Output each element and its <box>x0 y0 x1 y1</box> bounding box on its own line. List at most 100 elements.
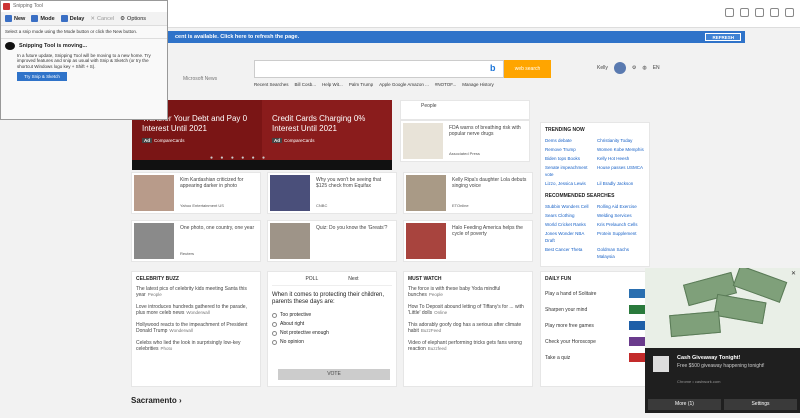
recommended-link[interactable]: Jones Wonder NBA Draft <box>545 230 593 244</box>
mode-button[interactable]: Mode <box>31 15 55 22</box>
options-label: Options <box>127 15 147 22</box>
news-card[interactable]: Kim Kardashian criticized for appearing … <box>131 172 261 214</box>
recommended-link[interactable]: Sears Clothing <box>545 212 593 219</box>
quick-link[interactable]: Recent Searches <box>254 82 289 87</box>
hero-source-name: CompareCards <box>284 138 315 143</box>
poll-option[interactable]: Not protective enough <box>272 330 392 336</box>
poll-option[interactable]: No opinion <box>272 339 392 345</box>
menu-icon[interactable] <box>785 8 794 17</box>
quick-link[interactable]: Help Wit... <box>322 82 343 87</box>
list-item[interactable]: Video of elephant performing tricks gets… <box>408 340 528 352</box>
game-icon <box>629 321 645 330</box>
must-watch-title[interactable]: MUST WATCH <box>408 276 528 282</box>
refresh-button[interactable]: REFRESH <box>705 33 741 41</box>
recommended-link[interactable]: World Cricket Ranks <box>545 221 593 228</box>
search-input[interactable] <box>254 60 504 78</box>
quick-link[interactable]: #NOTOF... <box>435 82 456 87</box>
refresh-notification[interactable]: cent is available. Click here to refresh… <box>130 31 745 43</box>
extension-icon[interactable] <box>740 8 749 17</box>
web-search-button[interactable]: web search <box>504 60 551 78</box>
poll-option[interactable]: Too protective <box>272 312 392 318</box>
recommended-link[interactable]: Stubbin Wonders Cell <box>545 203 593 210</box>
vote-button[interactable]: VOTE <box>278 369 390 380</box>
mode-icon <box>31 15 39 22</box>
close-icon[interactable]: ✕ <box>791 270 796 277</box>
trending-link[interactable]: Dems debate <box>545 137 593 144</box>
celebrity-buzz-title[interactable]: CELEBRITY BUZZ <box>136 276 256 282</box>
radio-icon[interactable] <box>272 330 277 336</box>
trending-link[interactable]: Kelly Hot Heesh <box>597 155 645 162</box>
radio-icon[interactable] <box>272 321 277 327</box>
trending-link[interactable]: Lil Bradly Jackson <box>597 180 645 187</box>
news-card[interactable]: Kelly Ripa's daughter Lola debuts singin… <box>403 172 533 214</box>
list-item[interactable]: How To Deposit abound letting of Tiffany… <box>408 304 528 316</box>
recommended-link[interactable]: Goldman Sachs Malaysia <box>597 246 645 260</box>
recommended-link[interactable]: Rolling Aid Exercise <box>597 203 645 210</box>
list-item-source: BuzzFeed <box>420 328 442 333</box>
list-item[interactable]: This adorably goofy dog has a serious af… <box>408 322 528 334</box>
snip-title: Snipping Tool <box>13 3 43 9</box>
quick-link[interactable]: Palm Trump <box>349 82 373 87</box>
news-card[interactable]: FDA warns of breathing risk with popular… <box>400 120 530 162</box>
fun-item[interactable]: Take a quiz <box>545 353 645 362</box>
try-snip-sketch-button[interactable]: Try Snip & Sketch <box>17 72 67 81</box>
quick-link[interactable]: Apple Google Amazon ... <box>379 82 429 87</box>
hero-slide[interactable]: Credit Cards Charging 0% Interest Until … <box>262 100 392 160</box>
list-item[interactable]: The force is with these baby Yoda mindfu… <box>408 286 528 298</box>
radio-icon[interactable] <box>272 339 277 345</box>
section-heading-sacramento[interactable]: Sacramento › <box>131 396 182 405</box>
notification-settings-button[interactable]: Settings <box>724 399 797 410</box>
quick-link[interactable]: Bill Cosb... <box>295 82 317 87</box>
news-card[interactable]: Halo Feeding America helps the cycle of … <box>403 220 533 262</box>
radio-icon[interactable] <box>272 312 277 318</box>
recommended-link[interactable]: Welding Services <box>597 212 645 219</box>
list-item[interactable]: Love introduces hundreds gathered to the… <box>136 304 256 316</box>
list-item-text: How To Deposit abound letting of Tiffany… <box>408 304 524 316</box>
trending-link[interactable]: House passes USMCA <box>597 164 645 178</box>
news-card[interactable]: One photo, one country, one year Reuters <box>131 220 261 262</box>
weather-icon[interactable] <box>613 62 626 74</box>
extension-icon[interactable] <box>770 8 779 17</box>
delay-button[interactable]: Delay <box>60 15 84 22</box>
fun-item[interactable]: Check your Horoscope <box>545 337 645 346</box>
trending-link[interactable]: Biden tops Books <box>545 155 593 162</box>
manage-history-link[interactable]: Manage History <box>462 82 494 87</box>
fun-item[interactable]: Play more free games <box>545 321 645 330</box>
poll-option[interactable]: About right <box>272 321 392 327</box>
globe-icon[interactable]: ◍ <box>642 65 646 71</box>
list-item[interactable]: Hollywood reacts to the impeachment of P… <box>136 322 256 334</box>
extension-icon[interactable] <box>725 8 734 17</box>
trending-link[interactable]: Remove Trump <box>545 146 593 153</box>
trending-link[interactable]: Senate impeachment vote <box>545 164 593 178</box>
new-button[interactable]: New <box>5 15 25 22</box>
list-item-source: People <box>428 292 443 297</box>
trending-link[interactable]: Christianity Today <box>597 137 645 144</box>
card-source: CNBC <box>316 203 328 208</box>
card-title: Kim Kardashian criticized for appearing … <box>180 177 244 189</box>
daily-fun-title[interactable]: DAILY FUN <box>545 276 645 282</box>
poll-tab[interactable]: POLL <box>305 276 318 282</box>
recommended-link[interactable]: Protein Supplement <box>597 230 645 244</box>
recommended-list: Stubbin Wonders Cell Rolling Aid Exercis… <box>545 203 645 260</box>
location-label[interactable]: Kelly <box>597 65 608 71</box>
cancel-button[interactable]: ✕ Cancel <box>90 16 114 22</box>
next-link[interactable]: Next <box>348 276 358 282</box>
recommended-link[interactable]: Kris Prelaunch Cells <box>597 221 645 228</box>
news-card[interactable]: Why you won't be seeing that $125 check … <box>267 172 397 214</box>
trending-link[interactable]: Lizzo, Jessica Lewis <box>545 180 593 187</box>
language-label[interactable]: EN <box>653 65 660 71</box>
fun-item[interactable]: Play a hand of Solitaire <box>545 289 645 298</box>
fun-item[interactable]: Sharpen your mind <box>545 305 645 314</box>
settings-icon[interactable]: ⚙ <box>632 65 636 71</box>
news-card[interactable]: Quiz: Do you know the 'Greats'? <box>267 220 397 262</box>
list-item[interactable]: The latest pics of celebrity kids meetin… <box>136 286 256 298</box>
carousel-dots[interactable]: ● ● ● ● ● ● <box>210 155 268 161</box>
trending-link[interactable]: Women Kobe Memphis <box>597 146 645 153</box>
poll-option-label: About right <box>280 321 305 327</box>
options-button[interactable]: ⚙ Options <box>120 16 146 22</box>
recommended-link[interactable]: Best Cancer Theta <box>545 246 593 260</box>
extension-icon[interactable] <box>755 8 764 17</box>
notification-more-button[interactable]: More (1) <box>648 399 721 410</box>
news-card[interactable]: People <box>400 100 530 120</box>
list-item[interactable]: Celebs who lied the look in surprisingly… <box>136 340 256 352</box>
